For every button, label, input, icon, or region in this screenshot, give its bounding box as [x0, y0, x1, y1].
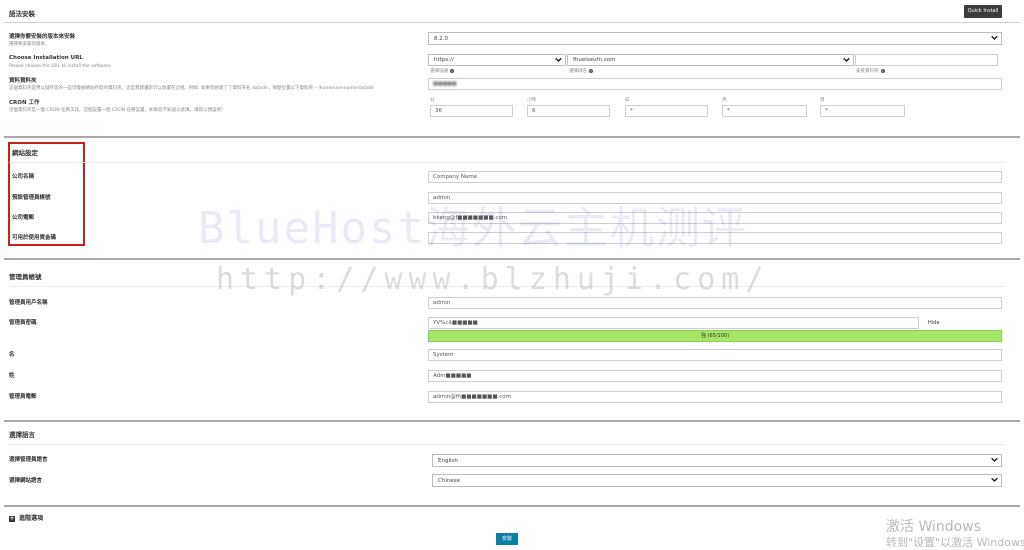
admin-email-input[interactable]: admin@fh■■■■■■■.com [428, 391, 1002, 403]
protocol-hint: 選擇協議 i [430, 68, 454, 74]
site-admin-label: 預設管理員帳號 [12, 195, 51, 201]
protocol-hint-text: 選擇協議 [430, 69, 448, 74]
admin-language-label: 選擇管理員語言 [9, 457, 48, 463]
url-label: Choose Installation URL [9, 55, 83, 61]
site-name-label: 公司名稱 [12, 174, 35, 180]
protocol-select[interactable]: https:// [428, 54, 566, 66]
chevron-down-icon [991, 35, 998, 41]
admin-pass-label: 管理員密碼 [9, 320, 37, 326]
watermark-url: http://www.blzhuji.com/ [216, 262, 770, 297]
directory-hint-text: 安裝資料夾 [856, 69, 879, 74]
version-label: 選擇你要安裝的版本來安裝 [9, 34, 76, 40]
activation-title: 激活 Windows [886, 519, 981, 535]
section-divider [4, 136, 1020, 138]
admin-first-label: 名 [9, 352, 15, 358]
chevron-down-icon [991, 477, 998, 483]
admin-email-label: 管理員電郵 [9, 394, 37, 400]
domain-value: fhuelseufn.com [573, 57, 616, 63]
site-name-input[interactable]: Company Name [428, 171, 1002, 183]
plus-icon: + [9, 514, 15, 522]
section-title-site: 網站設定 [12, 149, 38, 157]
version-value: 8.2.0 [434, 36, 448, 42]
watermark-brand: BlueHost海外云主机测评 [198, 203, 748, 254]
site-language-value: Chinese [438, 478, 460, 484]
hide-password-link[interactable]: Hide [928, 320, 939, 326]
url-sub: Please choose the URL to install the sof… [9, 64, 111, 69]
section-title-admin: 管理員帳號 [9, 273, 42, 281]
cron-hour-input[interactable]: 6 [527, 105, 610, 117]
chevron-down-icon [991, 457, 998, 463]
chevron-down-icon [843, 57, 850, 63]
site-language-label: 選擇網站語言 [9, 478, 43, 484]
section-divider [4, 505, 1020, 507]
admin-user-input[interactable]: admin [428, 297, 1002, 309]
divider [4, 22, 1020, 23]
cron-day-input[interactable]: * [625, 105, 708, 117]
cron-label: CRON 工作 [9, 100, 40, 106]
admin-first-input[interactable]: System [428, 349, 1002, 361]
divider [9, 162, 1005, 163]
cron-month-input[interactable]: * [722, 105, 807, 117]
section-title-language: 選擇語言 [9, 431, 35, 439]
cron-sub: 這個資料夾是一個 CRON 任務工作。這個設置一個 CRON 任務設置，如果您不… [9, 108, 223, 113]
admin-language-value: English [438, 458, 458, 464]
datadir-input[interactable]: ■■■■■ [428, 78, 1002, 90]
cron-head-month: 月 [722, 98, 727, 103]
protocol-value: https:// [434, 57, 454, 63]
info-icon[interactable]: i [450, 68, 454, 73]
quick-install-button[interactable]: Quick Install [964, 5, 1002, 18]
section-title-software: 語法安裝 [9, 10, 35, 18]
cron-head-weekday: 周 [820, 98, 825, 103]
cron-weekday-input[interactable]: * [820, 105, 905, 117]
advanced-options-toggle[interactable]: + 進階選項 [9, 513, 43, 522]
datadir-sub: 這個資料夾是用以儲存您的一些可能被網站存取的資料夾。這是我建議您可以放置在這裡。… [9, 86, 374, 91]
section-divider [4, 258, 1020, 260]
domain-hint: 選擇域名 i [569, 68, 593, 74]
cron-head-hour: 小時 [527, 98, 536, 103]
domain-hint-text: 選擇域名 [569, 69, 587, 74]
cron-head-minute: 分 [430, 98, 435, 103]
site-email-label: 公司電郵 [12, 215, 35, 221]
admin-last-input[interactable]: Adm■■■■■ [428, 370, 1002, 382]
admin-user-label: 管理員用戶名稱 [9, 300, 48, 306]
domain-select[interactable]: fhuelseufn.com [567, 54, 854, 66]
advanced-options-label: 進階選項 [19, 515, 44, 522]
divider [9, 444, 1005, 445]
directory-hint: 安裝資料夾 i [856, 68, 885, 74]
admin-language-select[interactable]: English [432, 454, 1002, 467]
section-divider [4, 420, 1020, 422]
cron-head-day: 日 [625, 98, 630, 103]
chevron-down-icon [555, 57, 562, 63]
datadir-label: 資料資料夾 [9, 78, 37, 84]
cron-minute-input[interactable]: 36 [430, 105, 513, 117]
admin-pass-input[interactable]: YV%c$■■■■■ [428, 317, 919, 329]
site-language-select[interactable]: Chinese [432, 474, 1002, 487]
version-sub: 選擇要安裝的版本。 [9, 42, 50, 47]
install-button[interactable]: 安裝 [496, 533, 518, 545]
admin-last-label: 姓 [9, 373, 15, 379]
directory-input[interactable] [855, 54, 998, 66]
info-icon[interactable]: i [880, 68, 885, 73]
version-select[interactable]: 8.2.0 [428, 32, 1002, 45]
site-extra-label: 可用於使用資金碼 [12, 235, 57, 241]
password-strength-meter: 強 (65/100) [428, 330, 1002, 342]
info-icon[interactable]: i [589, 68, 593, 73]
